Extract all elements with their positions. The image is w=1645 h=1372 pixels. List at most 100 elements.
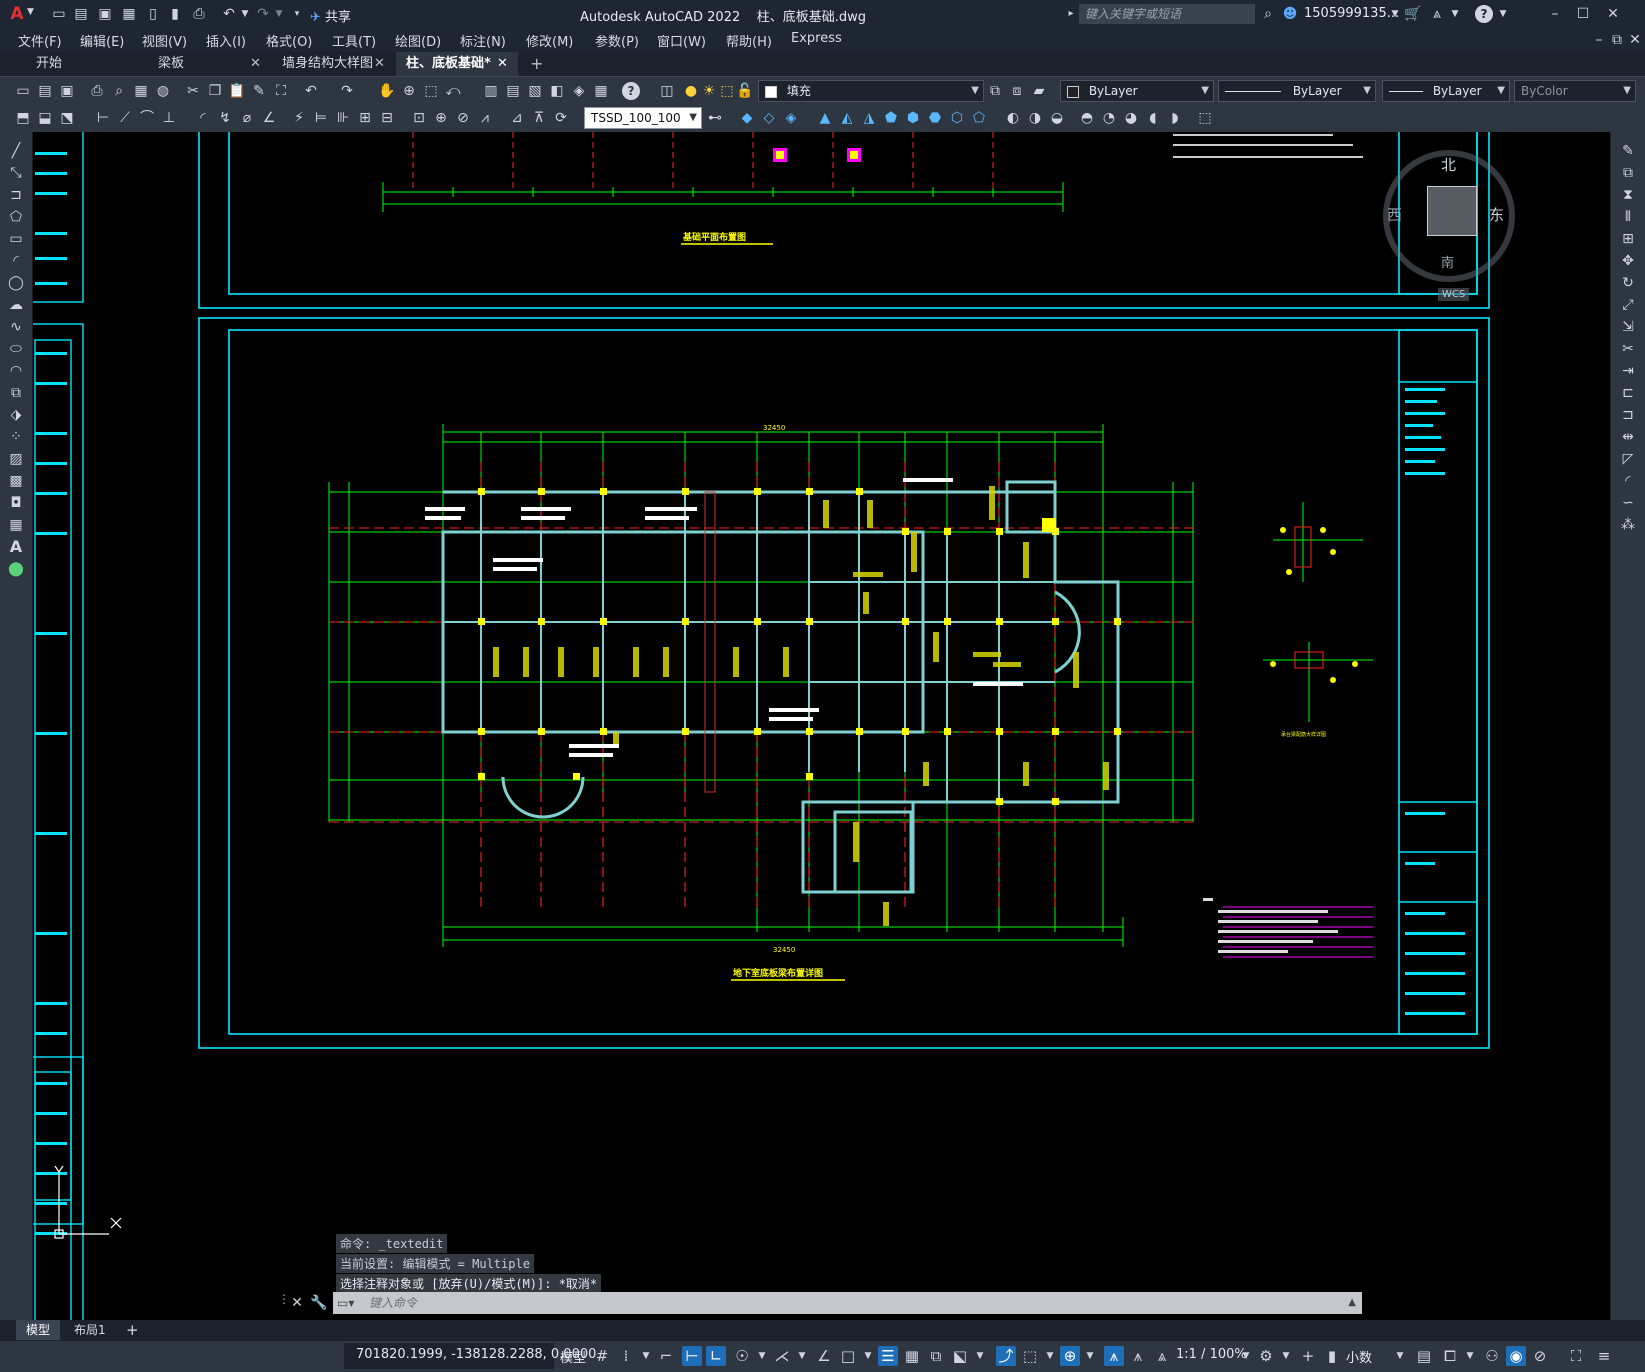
modify-break-icon[interactable]: ⊐ xyxy=(1619,406,1637,424)
menu-window[interactable]: 窗口(W) xyxy=(657,31,706,50)
modify-erase-icon[interactable]: ✎ xyxy=(1619,142,1637,160)
tb-zoom-window-icon[interactable]: ⬚ xyxy=(422,82,440,100)
app-menu-chevron-icon[interactable]: ▼ xyxy=(27,7,34,17)
tb-zoom-realtime-icon[interactable]: ⊕ xyxy=(400,82,418,100)
add-layout-plus-icon[interactable]: + xyxy=(116,1320,149,1340)
tb2-3d13-icon[interactable]: ◑ xyxy=(1026,109,1044,127)
menu-express[interactable]: Express xyxy=(791,31,842,46)
snap-dropdown-icon[interactable]: ▼ xyxy=(636,1346,656,1366)
menu-help[interactable]: 帮助(H) xyxy=(726,31,772,50)
quick-properties-icon[interactable]: ▤ xyxy=(1414,1346,1434,1366)
tb2-3d19-icon[interactable]: ◗ xyxy=(1166,109,1184,127)
draw-hatch-icon[interactable]: ▨ xyxy=(7,450,25,468)
dim-break-icon[interactable]: ⊟ xyxy=(378,109,396,127)
draw-line-icon[interactable]: ╱ xyxy=(7,142,25,160)
tb2-3d5-icon[interactable]: ◭ xyxy=(838,109,856,127)
draw-mtext-icon[interactable]: A xyxy=(7,538,25,556)
redo-dropdown-icon[interactable]: ▼ xyxy=(270,5,288,23)
dim-continue-icon[interactable]: ⊪ xyxy=(334,109,352,127)
modify-blend-icon[interactable]: ∽ xyxy=(1619,494,1637,512)
tb2-3d15-icon[interactable]: ◓ xyxy=(1078,109,1096,127)
infer-constraints-icon[interactable]: ⌐ xyxy=(656,1346,676,1366)
user-dropdown-icon[interactable]: ▼ xyxy=(1386,5,1404,23)
tb2-c-icon[interactable]: ⬔ xyxy=(58,109,76,127)
tb2-3d17-icon[interactable]: ◕ xyxy=(1122,109,1140,127)
open-folder-icon[interactable]: ▤ xyxy=(72,5,90,23)
draw-gradient-icon[interactable]: ▩ xyxy=(7,472,25,490)
tb-make-current-icon[interactable]: ⧉ xyxy=(986,82,1004,100)
dynamic-ucs-icon[interactable]: ⤴ xyxy=(996,1346,1016,1366)
isodraft-icon[interactable]: ⋌ xyxy=(772,1346,792,1366)
dim-space-icon[interactable]: ⊞ xyxy=(356,109,374,127)
search-input[interactable]: 键入关键字或短语 xyxy=(1079,4,1255,24)
cart-icon[interactable]: 🛒 xyxy=(1404,5,1422,23)
modify-chamfer-icon[interactable]: ◸ xyxy=(1619,450,1637,468)
menu-modify[interactable]: 修改(M) xyxy=(526,31,573,50)
lineweight-dropdown[interactable]: ByLayer ▼ xyxy=(1382,80,1510,102)
tb-toolpalette-icon[interactable]: ▧ xyxy=(526,82,544,100)
navcube-west[interactable]: 西 xyxy=(1387,204,1402,225)
transparency-icon[interactable]: ▦ xyxy=(902,1346,922,1366)
draw-xline-icon[interactable]: ⤡ xyxy=(7,164,25,182)
dim-jogline-icon[interactable]: ⩘ xyxy=(476,109,494,127)
dim-inspect-icon[interactable]: ⊘ xyxy=(454,109,472,127)
command-line-handle[interactable]: ⋮ xyxy=(278,1292,290,1314)
3d-osnap-icon[interactable]: ⬕ xyxy=(950,1346,970,1366)
app-logo[interactable]: A xyxy=(6,4,28,24)
modify-mirror-icon[interactable]: ⧗ xyxy=(1619,186,1637,204)
tb2-3d6-icon[interactable]: ◮ xyxy=(860,109,878,127)
modify-break-point-icon[interactable]: ⊏ xyxy=(1619,384,1637,402)
maximize-icon[interactable]: ☐ xyxy=(1574,5,1592,23)
units-value[interactable]: 小数 xyxy=(1346,1347,1372,1366)
plotstyle-dropdown[interactable]: ByColor ▼ xyxy=(1514,80,1636,102)
tb-publish-icon[interactable]: ▦ xyxy=(132,82,150,100)
draw-rectangle-icon[interactable]: ▭ xyxy=(7,230,25,248)
doc-close-icon[interactable]: ✕ xyxy=(1626,31,1644,49)
draw-point-icon[interactable]: ⁘ xyxy=(7,428,25,446)
polar-icon[interactable]: ☉ xyxy=(732,1346,752,1366)
menu-dimension[interactable]: 标注(N) xyxy=(460,31,506,50)
search-expand-icon[interactable]: ▸ xyxy=(1062,5,1080,23)
draw-circle-icon[interactable]: ◯ xyxy=(7,274,25,292)
lineweight-icon[interactable]: ☰ xyxy=(878,1346,898,1366)
annotation-scale-dropdown-icon[interactable]: ▼ xyxy=(1236,1346,1256,1366)
dim-center-icon[interactable]: ⊕ xyxy=(432,109,450,127)
draw-region-icon[interactable]: ◘ xyxy=(7,494,25,512)
draw-addselected-icon[interactable]: ⬤ xyxy=(7,560,25,578)
grid-icon[interactable]: # xyxy=(592,1346,612,1366)
tb2-3d10-icon[interactable]: ⬡ xyxy=(948,109,966,127)
modify-copy-icon[interactable]: ⧉ xyxy=(1619,164,1637,182)
tb2-3d4-icon[interactable]: ▲ xyxy=(816,109,834,127)
navcube-south[interactable]: 南 xyxy=(1441,252,1454,271)
clean-screen-icon[interactable]: ⊘ xyxy=(1530,1346,1550,1366)
modify-join-icon[interactable]: ⇹ xyxy=(1619,428,1637,446)
tb2-3d9-icon[interactable]: ⬣ xyxy=(926,109,944,127)
tb2-3d2-icon[interactable]: ◇ xyxy=(760,109,778,127)
search-icon[interactable]: ⌕ xyxy=(1259,5,1277,23)
full-screen-icon[interactable]: ⛶ xyxy=(1566,1346,1586,1366)
draw-insert-block-icon[interactable]: ⧉ xyxy=(7,384,25,402)
isodraft-dropdown-icon[interactable]: ▼ xyxy=(792,1346,812,1366)
tb-print-icon[interactable]: ⎙ xyxy=(88,82,106,100)
tab-layout1[interactable]: 布局1 xyxy=(64,1320,116,1340)
dim-radius-icon[interactable]: ◜ xyxy=(194,109,212,127)
lock-ui-dropdown-icon[interactable]: ▼ xyxy=(1460,1346,1480,1366)
auto-scale-icon[interactable]: ⩚ xyxy=(1128,1346,1148,1366)
gizmo-icon[interactable]: ⊕ xyxy=(1060,1346,1080,1366)
linetype-dropdown[interactable]: ByLayer ▼ xyxy=(1218,80,1376,102)
layer-dropdown[interactable]: 填充 ▼ xyxy=(758,80,984,102)
lock-ui-icon[interactable]: ⧠ xyxy=(1440,1346,1460,1366)
doc-restore-icon[interactable]: ⧉ xyxy=(1608,31,1626,49)
modify-offset-icon[interactable]: ⫴ xyxy=(1619,208,1637,226)
dim-jogged-icon[interactable]: ↯ xyxy=(216,109,234,127)
annotation-scale-icon[interactable]: ⩓ xyxy=(1152,1346,1172,1366)
modify-trim-icon[interactable]: ✂ xyxy=(1619,340,1637,358)
modify-array-icon[interactable]: ⊞ xyxy=(1619,230,1637,248)
new-tab-plus-icon[interactable]: + xyxy=(530,54,543,73)
dim-tolerance-icon[interactable]: ⊡ xyxy=(410,109,428,127)
tb2-3d3-icon[interactable]: ◈ xyxy=(782,109,800,127)
modify-scale-icon[interactable]: ⤢ xyxy=(1619,296,1637,314)
modify-fillet-icon[interactable]: ◜ xyxy=(1619,472,1637,490)
3d-osnap-dropdown-icon[interactable]: ▼ xyxy=(970,1346,990,1366)
modify-stretch-icon[interactable]: ⇲ xyxy=(1619,318,1637,336)
